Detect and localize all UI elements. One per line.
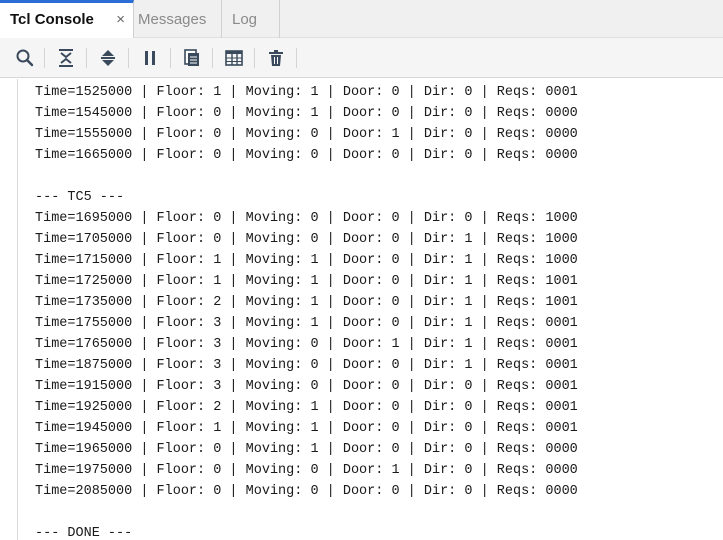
toolbar-separator: [212, 48, 213, 68]
console-line: --- TC5 ---: [35, 190, 125, 205]
console-line: Time=1555000 | Floor: 0 | Moving: 0 | Do…: [35, 127, 578, 142]
console-line: Time=1975000 | Floor: 0 | Moving: 0 | Do…: [35, 463, 578, 478]
toolbar-separator: [254, 48, 255, 68]
tab-bar: Tcl Console × Messages Log: [0, 0, 723, 38]
console-line: Time=1735000 | Floor: 2 | Moving: 1 | Do…: [35, 295, 578, 310]
console-line: Time=2085000 | Floor: 0 | Moving: 0 | Do…: [35, 484, 578, 499]
expand-collapse-icon[interactable]: [97, 47, 119, 69]
copy-icon[interactable]: [181, 47, 203, 69]
tab-messages[interactable]: Messages: [134, 0, 222, 38]
console-line: Time=1755000 | Floor: 3 | Moving: 1 | Do…: [35, 316, 578, 331]
toolbar-separator: [44, 48, 45, 68]
console-line: Time=1725000 | Floor: 1 | Moving: 1 | Do…: [35, 274, 578, 289]
table-icon[interactable]: [223, 47, 245, 69]
pause-icon[interactable]: [139, 47, 161, 69]
delete-icon[interactable]: [265, 47, 287, 69]
tab-log[interactable]: Log: [228, 0, 280, 38]
search-icon[interactable]: [14, 47, 36, 69]
tab-log-label: Log: [232, 10, 258, 28]
console-line: Time=1695000 | Floor: 0 | Moving: 0 | Do…: [35, 211, 578, 226]
tab-tcl-console-label: Tcl Console: [10, 10, 94, 28]
console-output[interactable]: Time=1525000 | Floor: 1 | Moving: 1 | Do…: [0, 79, 723, 540]
collapse-all-icon[interactable]: [55, 47, 77, 69]
console-line: Time=1715000 | Floor: 1 | Moving: 1 | Do…: [35, 253, 578, 268]
console-line: Time=1705000 | Floor: 0 | Moving: 0 | Do…: [35, 232, 578, 247]
console-line: Time=1925000 | Floor: 2 | Moving: 1 | Do…: [35, 400, 578, 415]
console-line: Time=1525000 | Floor: 1 | Moving: 1 | Do…: [35, 85, 578, 100]
toolbar-separator: [296, 48, 297, 68]
toolbar-separator: [170, 48, 171, 68]
toolbar-separator: [86, 48, 87, 68]
console-line: Time=1545000 | Floor: 0 | Moving: 1 | Do…: [35, 106, 578, 121]
console-line: Time=1915000 | Floor: 3 | Moving: 0 | Do…: [35, 379, 578, 394]
console-line: Time=1765000 | Floor: 3 | Moving: 0 | Do…: [35, 337, 578, 352]
console-gutter: [17, 79, 18, 540]
close-icon[interactable]: ×: [116, 11, 125, 28]
toolbar-separator: [128, 48, 129, 68]
console-line: --- DONE ---: [35, 526, 133, 540]
console-toolbar: [0, 38, 723, 78]
console-lines: Time=1525000 | Floor: 1 | Moving: 1 | Do…: [35, 82, 578, 540]
console-line: Time=1875000 | Floor: 3 | Moving: 0 | Do…: [35, 358, 578, 373]
console-line: Time=1965000 | Floor: 0 | Moving: 1 | Do…: [35, 442, 578, 457]
tab-messages-label: Messages: [138, 10, 207, 28]
tab-tcl-console[interactable]: Tcl Console ×: [0, 0, 134, 38]
console-line: Time=1945000 | Floor: 1 | Moving: 1 | Do…: [35, 421, 578, 436]
console-line: Time=1665000 | Floor: 0 | Moving: 0 | Do…: [35, 148, 578, 163]
